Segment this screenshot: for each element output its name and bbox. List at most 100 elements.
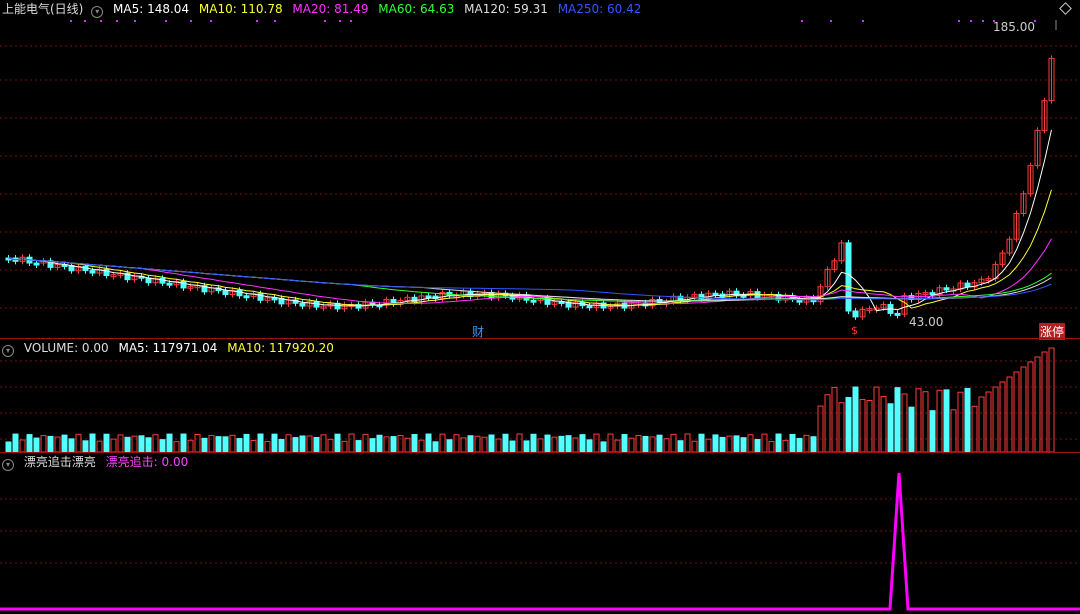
candle-body <box>222 290 229 296</box>
volume-bar <box>320 434 327 453</box>
volume-bar <box>782 439 789 453</box>
volume-bar <box>5 441 12 453</box>
volume-bar <box>229 434 236 453</box>
volume-bar <box>999 381 1006 453</box>
indicator-panel[interactable]: ▾ 漂亮追击漂亮 漂亮追击: 0.00 <box>0 452 1080 614</box>
volume-bar <box>362 433 369 453</box>
volume-bar <box>901 393 908 453</box>
volume-bar <box>215 436 222 453</box>
volume-bar <box>607 433 614 453</box>
volume-bar <box>544 434 551 453</box>
volume-bar <box>82 440 89 453</box>
volume-bar <box>488 434 495 453</box>
volume-bar <box>733 435 740 453</box>
signal-dot <box>339 20 341 22</box>
moving-average-line <box>8 238 1052 305</box>
volume-bar <box>747 434 754 453</box>
volume-bar <box>152 434 159 453</box>
dividend-event-marker[interactable]: $ <box>851 324 858 337</box>
volume-bar <box>768 441 775 453</box>
moving-average-line <box>8 189 1052 309</box>
indicator-chart[interactable] <box>0 453 1080 614</box>
volume-bar <box>600 441 607 453</box>
volume-bar <box>537 438 544 453</box>
candle-body <box>586 305 593 309</box>
volume-bar <box>824 394 831 453</box>
volume-bar <box>1041 351 1048 453</box>
volume-bar <box>292 437 299 453</box>
volume-bar <box>19 439 26 453</box>
volume-bar <box>404 437 411 453</box>
volume-bar <box>75 433 82 453</box>
volume-bar <box>978 396 985 453</box>
volume-bar <box>670 433 677 453</box>
volume-bar <box>61 434 68 453</box>
volume-bar <box>47 435 54 453</box>
candle-body <box>530 299 537 303</box>
volume-bar <box>173 441 180 453</box>
signal-dot <box>70 20 72 22</box>
candle-body <box>89 270 96 274</box>
volume-bar <box>929 410 936 453</box>
volume-bar <box>775 433 782 453</box>
volume-bar <box>313 436 320 453</box>
high-price-label: 185.00 <box>993 20 1035 34</box>
volume-bar <box>586 439 593 453</box>
volume-bar <box>957 391 964 453</box>
candle-body <box>299 302 306 307</box>
volume-bar <box>33 437 40 453</box>
volume-bar <box>628 437 635 453</box>
signal-dot <box>274 20 276 22</box>
volume-bar <box>950 409 957 453</box>
volume-bar <box>712 434 719 453</box>
volume-bar <box>656 434 663 453</box>
signal-dot <box>100 20 102 22</box>
volume-bar <box>936 389 943 453</box>
candle-body <box>145 277 152 284</box>
volume-bar <box>418 439 425 453</box>
signal-dot <box>256 20 258 22</box>
volume-bar <box>593 433 600 453</box>
candle-body <box>845 242 852 312</box>
volume-bar <box>264 440 271 453</box>
signal-dot <box>958 20 960 22</box>
volume-bar <box>187 439 194 453</box>
volume-bar <box>327 438 334 453</box>
volume-bar <box>26 434 33 453</box>
volume-bar <box>530 433 537 453</box>
volume-bar <box>810 436 817 453</box>
signal-dot <box>210 20 212 22</box>
volume-bar <box>565 435 572 453</box>
volume-bar <box>663 438 670 453</box>
volume-bar <box>180 433 187 453</box>
volume-bar <box>502 433 509 453</box>
signal-dot <box>84 20 86 22</box>
volume-bar <box>341 440 348 453</box>
volume-bar <box>12 433 19 453</box>
volume-bar <box>390 436 397 453</box>
volume-bar <box>194 433 201 453</box>
volume-bar <box>684 433 691 453</box>
volume-bar <box>985 391 992 453</box>
candlestick-chart[interactable] <box>0 0 1080 338</box>
volume-bar <box>621 434 628 453</box>
volume-bar <box>124 436 131 453</box>
volume-bar <box>369 438 376 453</box>
volume-bar <box>250 439 257 453</box>
volume-bar <box>348 433 355 453</box>
volume-bar <box>852 386 859 453</box>
volume-bar <box>201 437 208 453</box>
volume-bar <box>754 439 761 453</box>
volume-bar <box>992 386 999 453</box>
volume-bar <box>642 435 649 453</box>
candle-body <box>166 282 173 286</box>
volume-bar <box>859 399 866 453</box>
candle-body <box>103 268 110 277</box>
signal-dot <box>982 20 984 22</box>
volume-bar <box>145 437 152 453</box>
price-chart-panel[interactable]: 上能电气(日线) ▾ MA5: 148.04 MA10: 110.78 MA20… <box>0 0 1080 340</box>
volume-panel[interactable]: ▾ VOLUME: 0.00 MA5: 117971.04 MA10: 1179… <box>0 338 1080 453</box>
volume-bar <box>677 440 684 453</box>
volume-chart[interactable] <box>0 339 1080 453</box>
volume-bar <box>89 433 96 453</box>
